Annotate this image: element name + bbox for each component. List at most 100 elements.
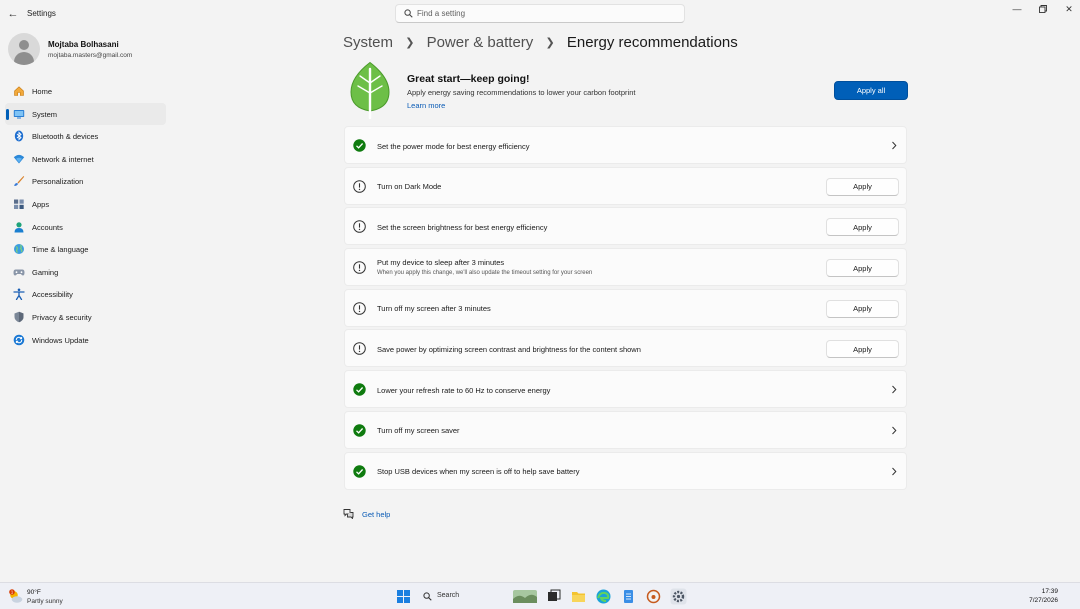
recommendation-refresh-rate[interactable]: Lower your refresh rate to 60 Hz to cons… <box>344 370 907 409</box>
sidebar-item-gaming[interactable]: Gaming <box>5 261 166 284</box>
recommendation-dark-mode: Turn on Dark Mode Apply <box>344 166 907 205</box>
apps-icon <box>14 199 24 209</box>
profile-name: Mojtaba Bolhasani <box>48 40 119 49</box>
paint-app-icon[interactable] <box>645 588 662 605</box>
sidebar-item-network[interactable]: Network & internet <box>5 148 166 171</box>
sidebar-item-bluetooth[interactable]: Bluetooth & devices <box>5 125 166 148</box>
close-button[interactable]: ✕ <box>1056 2 1080 16</box>
gamepad-icon <box>13 269 25 276</box>
avatar <box>8 33 40 65</box>
person-icon <box>14 221 24 233</box>
user-profile[interactable]: Mojtaba Bolhasani mojtaba.masters@gmail.… <box>8 33 168 67</box>
title-bar: ← Settings — ✕ <box>0 0 1080 28</box>
sidebar-item-label: Apps <box>32 199 50 209</box>
apply-all-button[interactable]: Apply all <box>834 81 908 100</box>
search-icon <box>404 9 413 18</box>
notepad-icon[interactable] <box>620 588 637 605</box>
recommendation-power-mode[interactable]: Set the power mode for best energy effic… <box>344 126 907 164</box>
weather-condition: Partly sunny <box>27 598 63 605</box>
sidebar-item-label: Accessibility <box>32 290 73 300</box>
page-title: Energy recommendations <box>566 33 738 51</box>
sidebar-item-apps[interactable]: Apps <box>5 193 166 216</box>
recommendation-sleep-timeout: Put my device to sleep after 3 minutes W… <box>344 248 907 287</box>
leaf-icon <box>350 61 390 119</box>
search-icon <box>423 592 432 601</box>
breadcrumb-power-battery[interactable]: Power & battery <box>427 34 534 51</box>
chevron-right-icon <box>892 141 897 150</box>
settings-gear-icon[interactable] <box>670 588 687 605</box>
restore-button[interactable] <box>1030 2 1056 16</box>
recommendation-title: Save power by optimizing screen contrast… <box>377 344 641 354</box>
get-help-label: Get help <box>362 510 391 519</box>
help-chat-icon <box>343 509 354 519</box>
bluetooth-icon <box>14 130 24 142</box>
sidebar-item-label: Accounts <box>32 222 63 232</box>
recommendation-usb-devices[interactable]: Stop USB devices when my screen is off t… <box>344 451 907 490</box>
sidebar-item-accessibility[interactable]: Accessibility <box>5 283 166 306</box>
apply-button[interactable]: Apply <box>826 177 899 196</box>
sidebar-item-windows-update[interactable]: Windows Update <box>5 329 166 352</box>
chevron-right-icon <box>892 426 897 435</box>
system-clock[interactable]: 17:39 7/27/2026 <box>1018 587 1058 605</box>
recommendation-title: Turn on Dark Mode <box>377 182 442 192</box>
breadcrumb-system[interactable]: System <box>343 34 393 51</box>
recommendation-title: Turn off my screen after 3 minutes <box>377 304 491 314</box>
alert-circle-icon <box>353 179 366 193</box>
update-icon <box>13 334 25 345</box>
app-title: Settings <box>27 9 56 18</box>
search-input[interactable] <box>417 7 672 20</box>
display-icon <box>13 109 25 119</box>
widgets-landscape-icon[interactable] <box>512 588 538 605</box>
apply-button[interactable]: Apply <box>826 299 899 318</box>
recommendation-title: Put my device to sleep after 3 minutes <box>377 257 505 267</box>
apply-button[interactable]: Apply <box>826 340 899 359</box>
sidebar-item-privacy-security[interactable]: Privacy & security <box>5 306 166 329</box>
sidebar-item-home[interactable]: Home <box>5 80 166 103</box>
chevron-right-icon <box>892 467 897 475</box>
checkmark-circle-icon <box>353 464 366 478</box>
sidebar-item-label: System <box>32 109 58 119</box>
learn-more-link[interactable]: Learn more <box>407 101 445 110</box>
breadcrumb: System ❯ Power & battery ❯ Energy recomm… <box>343 33 738 53</box>
apply-button[interactable]: Apply <box>826 218 899 237</box>
recommendation-subtitle: When you apply this change, we'll also u… <box>377 270 593 277</box>
recommendation-screen-saver[interactable]: Turn off my screen saver <box>344 410 907 449</box>
sidebar-item-label: Privacy & security <box>32 312 92 322</box>
energy-hero-banner: Great start—keep going! Apply energy sav… <box>343 58 908 122</box>
sidebar-nav: Home System Bluetooth & devices Network … <box>5 80 166 351</box>
recommendation-title: Set the screen brightness for best energ… <box>377 222 548 232</box>
globe-icon <box>14 244 24 255</box>
alert-circle-icon <box>353 342 366 356</box>
task-view-icon[interactable] <box>545 588 562 605</box>
windows-start-icon[interactable] <box>395 588 412 605</box>
taskbar-search[interactable]: Search <box>418 588 510 605</box>
sidebar-item-system[interactable]: System <box>5 102 166 126</box>
sidebar-item-label: Home <box>32 87 53 96</box>
sidebar-item-accounts[interactable]: Accounts <box>5 216 166 239</box>
profile-email: mojtaba.masters@gmail.com <box>48 52 133 59</box>
apply-button[interactable]: Apply <box>826 259 899 278</box>
alert-circle-icon <box>353 301 366 315</box>
sidebar-item-label: Bluetooth & devices <box>32 132 99 142</box>
recommendation-content-adaptive-brightness: Save power by optimizing screen contrast… <box>344 329 907 368</box>
edge-browser-icon[interactable] <box>595 588 612 605</box>
chevron-right-icon: ❯ <box>545 36 555 49</box>
alert-circle-icon <box>353 261 366 274</box>
taskbar: 1 90°F Partly sunny Search 17:39 7/27/20… <box>0 582 1080 609</box>
weather-widget[interactable]: 1 90°F Partly sunny <box>8 587 88 607</box>
recommendation-title: Lower your refresh rate to 60 Hz to cons… <box>377 385 551 395</box>
partly-sunny-icon: 1 <box>9 589 23 603</box>
checkmark-circle-icon <box>353 424 366 437</box>
back-arrow-icon[interactable]: ← <box>6 7 20 21</box>
sidebar-item-time-language[interactable]: Time & language <box>5 238 166 261</box>
file-explorer-icon[interactable] <box>570 588 587 605</box>
alert-circle-icon <box>353 220 366 234</box>
minimize-button[interactable]: — <box>1004 2 1030 16</box>
sidebar-item-label: Personalization <box>32 177 84 187</box>
recommendation-screen-brightness: Set the screen brightness for best energ… <box>344 207 907 246</box>
find-setting-search[interactable] <box>395 4 685 23</box>
chevron-right-icon: ❯ <box>405 36 415 49</box>
restore-icon <box>1039 5 1047 13</box>
sidebar-item-personalization[interactable]: Personalization <box>5 170 166 193</box>
recommendation-screen-off: Turn off my screen after 3 minutes Apply <box>344 288 907 327</box>
